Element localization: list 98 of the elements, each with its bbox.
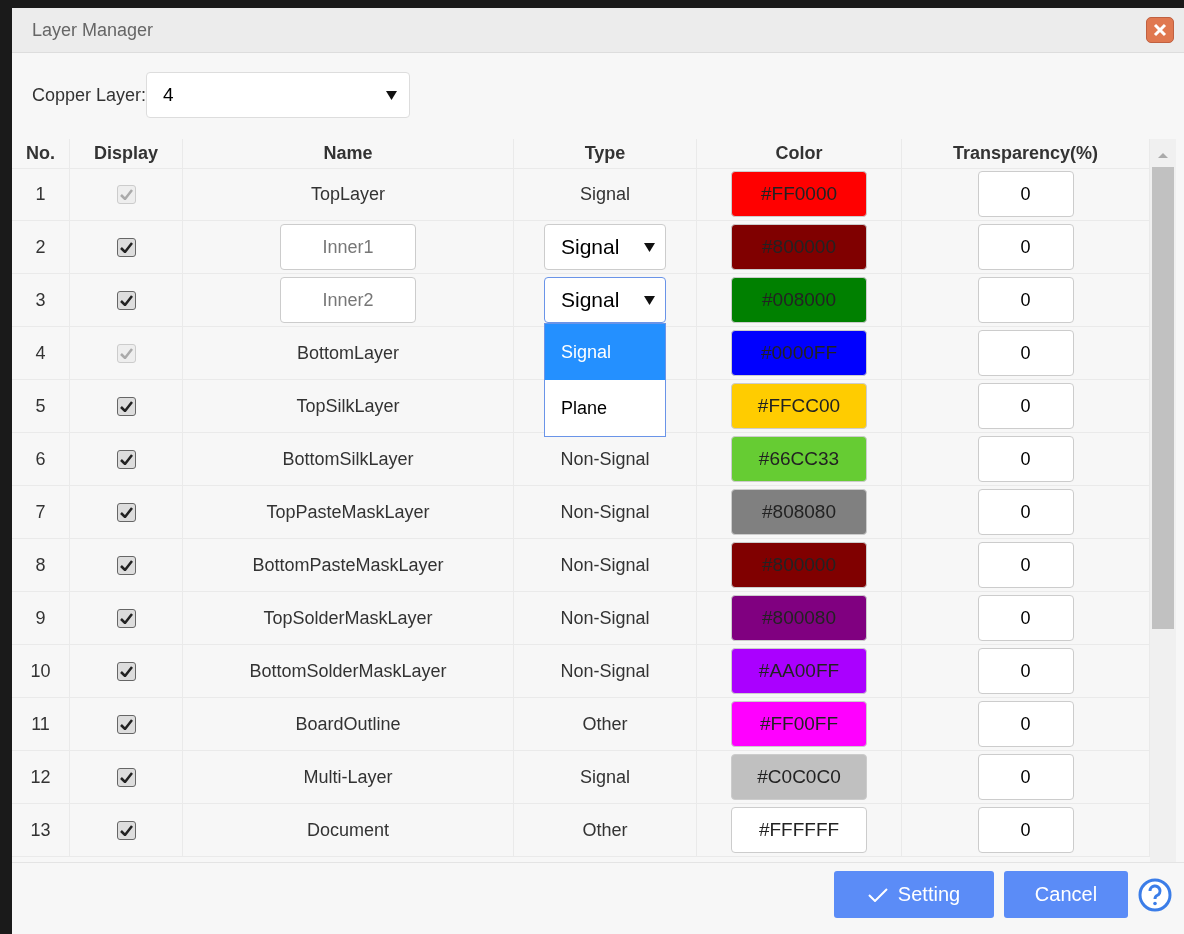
display-checkbox[interactable]: [116, 396, 136, 416]
check-icon: [119, 241, 133, 253]
display-checkbox[interactable]: [116, 767, 136, 787]
table-cell: Signal: [579, 766, 630, 788]
color-swatch[interactable]: #FF0000: [731, 171, 867, 217]
transparency-input[interactable]: 0: [977, 277, 1074, 323]
color-swatch[interactable]: #FF00FF: [731, 701, 867, 747]
table-cell: Non-Signal: [560, 660, 650, 682]
transparency-input[interactable]: 0: [977, 754, 1074, 800]
transparency-input[interactable]: 0: [977, 595, 1074, 641]
table-cell: 13: [12, 804, 70, 857]
table-cell: 6: [12, 433, 70, 486]
check-icon: [119, 506, 133, 518]
transparency-input[interactable]: 0: [977, 648, 1074, 694]
table-cell: 4: [12, 327, 70, 380]
transparency-input[interactable]: 0: [977, 171, 1074, 217]
table-cell: 3: [12, 274, 70, 327]
table-cell: Non-Signal: [560, 554, 650, 576]
column-header: Type: [514, 139, 697, 169]
close-button[interactable]: [1146, 17, 1174, 43]
table-cell: 8: [12, 539, 70, 592]
display-checkbox[interactable]: [116, 449, 136, 469]
display-checkbox[interactable]: [116, 502, 136, 522]
transparency-input[interactable]: 0: [977, 436, 1074, 482]
table-cell: BottomSilkLayer: [183, 433, 514, 486]
table-cell: 9: [12, 592, 70, 645]
column-header: Color: [697, 139, 902, 169]
transparency-input[interactable]: 0: [977, 542, 1074, 588]
check-icon: [119, 453, 133, 465]
display-checkbox[interactable]: [116, 555, 136, 575]
check-icon: [119, 665, 133, 677]
display-checkbox[interactable]: [116, 714, 136, 734]
table-cell: 11: [12, 698, 70, 751]
color-swatch[interactable]: #66CC33: [731, 436, 867, 482]
caret-icon: [644, 295, 655, 305]
check-icon: [119, 347, 133, 359]
table-cell: Non-Signal: [560, 501, 650, 523]
table-cell: 10: [12, 645, 70, 698]
type-select[interactable]: Signal: [544, 224, 666, 270]
check-icon: [119, 824, 133, 836]
table-cell: 12: [12, 751, 70, 804]
table-cell: BottomLayer: [183, 327, 514, 380]
table-cell: 7: [12, 486, 70, 539]
table-cell: 1: [12, 168, 70, 221]
transparency-input[interactable]: 0: [977, 807, 1074, 853]
table-cell: TopSolderMaskLayer: [183, 592, 514, 645]
check-icon: [119, 718, 133, 730]
check-icon: [119, 559, 133, 571]
copper-layer-label: Copper Layer:: [32, 84, 147, 106]
transparency-input[interactable]: 0: [977, 489, 1074, 535]
transparency-input[interactable]: 0: [977, 701, 1074, 747]
table-cell: TopSilkLayer: [183, 380, 514, 433]
table-cell: 5: [12, 380, 70, 433]
column-header: Name: [183, 139, 514, 169]
transparency-input[interactable]: 0: [977, 330, 1074, 376]
table-cell: Document: [183, 804, 514, 857]
table-cell: BottomSolderMaskLayer: [183, 645, 514, 698]
name-input[interactable]: Inner2: [280, 277, 416, 323]
table-cell: Non-Signal: [560, 607, 650, 629]
display-checkbox[interactable]: [116, 237, 136, 257]
display-checkbox[interactable]: [116, 290, 136, 310]
table-cell: TopPasteMaskLayer: [183, 486, 514, 539]
check-icon: [119, 294, 133, 306]
display-checkbox[interactable]: [116, 820, 136, 840]
caret-icon: [644, 242, 655, 252]
check-icon: [119, 771, 133, 783]
caret-icon: [386, 90, 398, 100]
table-cell: Multi-Layer: [183, 751, 514, 804]
table-cell: TopLayer: [183, 168, 514, 221]
help-icon[interactable]: [1138, 877, 1172, 912]
table-cell: BoardOutline: [183, 698, 514, 751]
type-select[interactable]: Signal: [544, 277, 666, 323]
column-header: Display: [70, 139, 183, 169]
table-cell: Other: [582, 819, 628, 841]
table-cell: 2: [12, 221, 70, 274]
scrollbar[interactable]: [1150, 139, 1176, 862]
check-icon: [119, 188, 133, 200]
display-checkbox[interactable]: [116, 661, 136, 681]
column-header: No.: [12, 139, 70, 169]
check-icon: [119, 400, 133, 412]
name-input[interactable]: Inner1: [280, 224, 416, 270]
color-swatch[interactable]: #FFFFFF: [731, 807, 867, 853]
window-title: Layer Manager: [32, 19, 154, 41]
table-cell: Other: [582, 713, 628, 735]
copper-layer-select[interactable]: 4: [146, 72, 411, 118]
table-cell: Signal: [579, 183, 630, 205]
column-header: Transparency(%): [902, 139, 1150, 169]
color-swatch[interactable]: #FFCC00: [731, 383, 867, 429]
close-icon: [1153, 23, 1167, 37]
transparency-input[interactable]: 0: [977, 383, 1074, 429]
color-swatch[interactable]: #C0C0C0: [731, 754, 867, 800]
table-cell: Non-Signal: [560, 448, 650, 470]
check-icon: [867, 887, 888, 902]
display-checkbox[interactable]: [116, 608, 136, 628]
table-cell: BottomPasteMaskLayer: [183, 539, 514, 592]
check-icon: [119, 612, 133, 624]
transparency-input[interactable]: 0: [977, 224, 1074, 270]
color-swatch[interactable]: #808080: [731, 489, 867, 535]
